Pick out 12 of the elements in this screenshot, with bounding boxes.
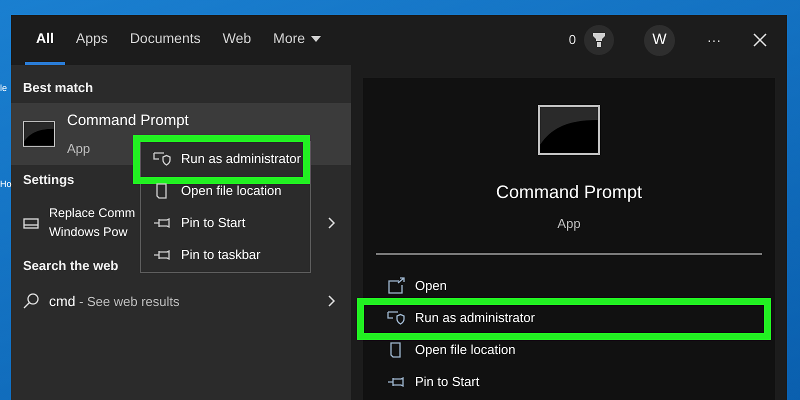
- desktop-icon-label: le: [0, 84, 8, 93]
- result-title: Windows Pow: [49, 224, 128, 241]
- preview-subtitle: App: [557, 215, 581, 233]
- result-title: Replace Comm: [49, 205, 136, 222]
- section-header: Search the web: [23, 257, 118, 276]
- section-header: Best match: [23, 79, 94, 98]
- section-header: Settings: [23, 171, 74, 190]
- result-title: cmd - See web results: [49, 292, 180, 310]
- preview-title: Command Prompt: [496, 181, 642, 204]
- result-title: Command Prompt: [67, 111, 189, 131]
- result-subtitle: App: [67, 140, 92, 158]
- points-count: 0: [568, 31, 576, 50]
